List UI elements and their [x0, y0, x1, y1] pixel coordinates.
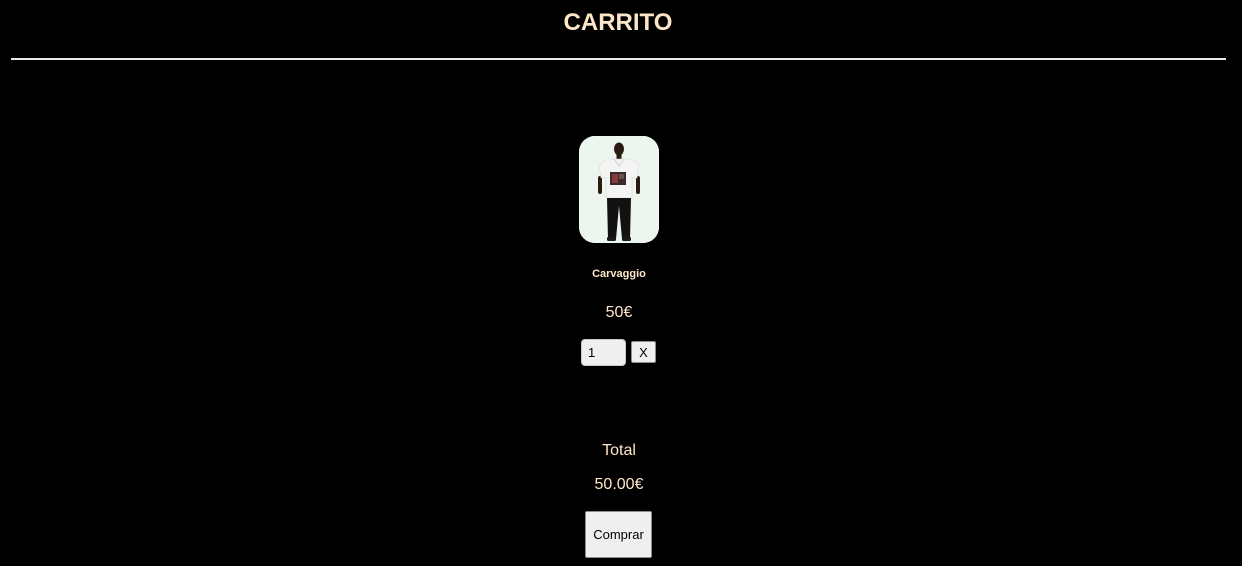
- total-value: 50.00€: [594, 476, 644, 493]
- remove-item-button[interactable]: X: [631, 341, 656, 363]
- cart-page: CARRITO Carvaggio 50€ 1 X Total 50.00€ C…: [0, 0, 1242, 566]
- product-photo-icon: [579, 136, 659, 243]
- total-label: Total: [602, 442, 636, 459]
- buy-button[interactable]: Comprar: [585, 511, 652, 558]
- product-price: 50€: [605, 304, 633, 321]
- product-image: [579, 136, 659, 243]
- page-title: CARRITO: [563, 9, 673, 36]
- header-divider: [11, 58, 1226, 60]
- quantity-input[interactable]: [581, 339, 626, 366]
- product-name: Carvaggio: [592, 268, 646, 280]
